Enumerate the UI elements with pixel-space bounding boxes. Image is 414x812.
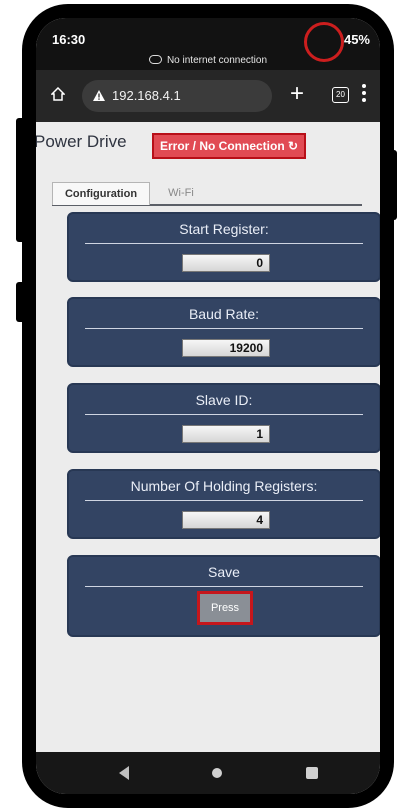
tab-count: 20 (336, 90, 345, 99)
address-bar[interactable]: 192.168.4.1 (82, 80, 272, 112)
side-button (16, 282, 25, 322)
save-press-button[interactable]: Press (197, 591, 253, 625)
field-label: Baud Rate: (188, 306, 260, 322)
start-register-card: Start Register: 0 (67, 212, 380, 282)
divider (85, 243, 363, 244)
page-header: Power Drive Error / No Connection ↻ (36, 122, 380, 166)
home-icon[interactable] (51, 87, 65, 101)
holding-registers-input[interactable]: 4 (182, 511, 270, 529)
tabs-icon[interactable]: 20 (332, 87, 349, 103)
back-icon[interactable] (119, 766, 129, 780)
save-label: Save (208, 564, 240, 580)
phone-screen: 16:30 45% No internet connection 192.168… (36, 18, 380, 794)
browser-toolbar: 192.168.4.1 + 20 (36, 70, 380, 122)
status-bar: 16:30 45% No internet connection (36, 18, 380, 70)
status-badge[interactable]: Error / No Connection ↻ (152, 133, 307, 159)
url-text[interactable]: 192.168.4.1 (112, 88, 181, 103)
app-title: Power Drive (36, 132, 127, 151)
divider (85, 414, 363, 415)
android-nav-bar (36, 752, 380, 794)
menu-icon[interactable] (362, 84, 366, 105)
recents-icon[interactable] (306, 767, 318, 779)
baud-rate-card: Baud Rate: 19200 (67, 297, 380, 367)
network-message: No internet connection (166, 55, 268, 66)
field-label: Start Register: (179, 221, 269, 237)
tab-bar: Configuration Wi-Fi (52, 182, 362, 206)
holding-registers-card: Number Of Holding Registers: 4 (67, 469, 380, 539)
divider (85, 586, 363, 587)
field-label: Number Of Holding Registers: (130, 478, 318, 494)
plus-icon[interactable]: + (290, 80, 304, 108)
slave-id-card: Slave ID: 1 (67, 383, 380, 453)
power-button (391, 150, 397, 220)
slave-id-input[interactable]: 1 (182, 425, 270, 443)
warning-icon[interactable] (92, 89, 106, 102)
divider (85, 500, 363, 501)
tab-configuration[interactable]: Configuration (52, 182, 150, 205)
cloud-off-icon (148, 55, 162, 64)
save-card: Save Press (67, 555, 380, 637)
clock: 16:30 (52, 32, 86, 47)
divider (85, 328, 363, 329)
field-label: Slave ID: (195, 392, 253, 408)
baud-rate-input[interactable]: 19200 (182, 339, 270, 357)
volume-button (16, 118, 25, 242)
network-status: No internet connection (36, 54, 380, 66)
home-circle-icon[interactable] (212, 768, 222, 778)
tab-wifi[interactable]: Wi-Fi (158, 182, 204, 204)
start-register-input[interactable]: 0 (182, 254, 270, 272)
battery-level: 45% (343, 32, 370, 47)
